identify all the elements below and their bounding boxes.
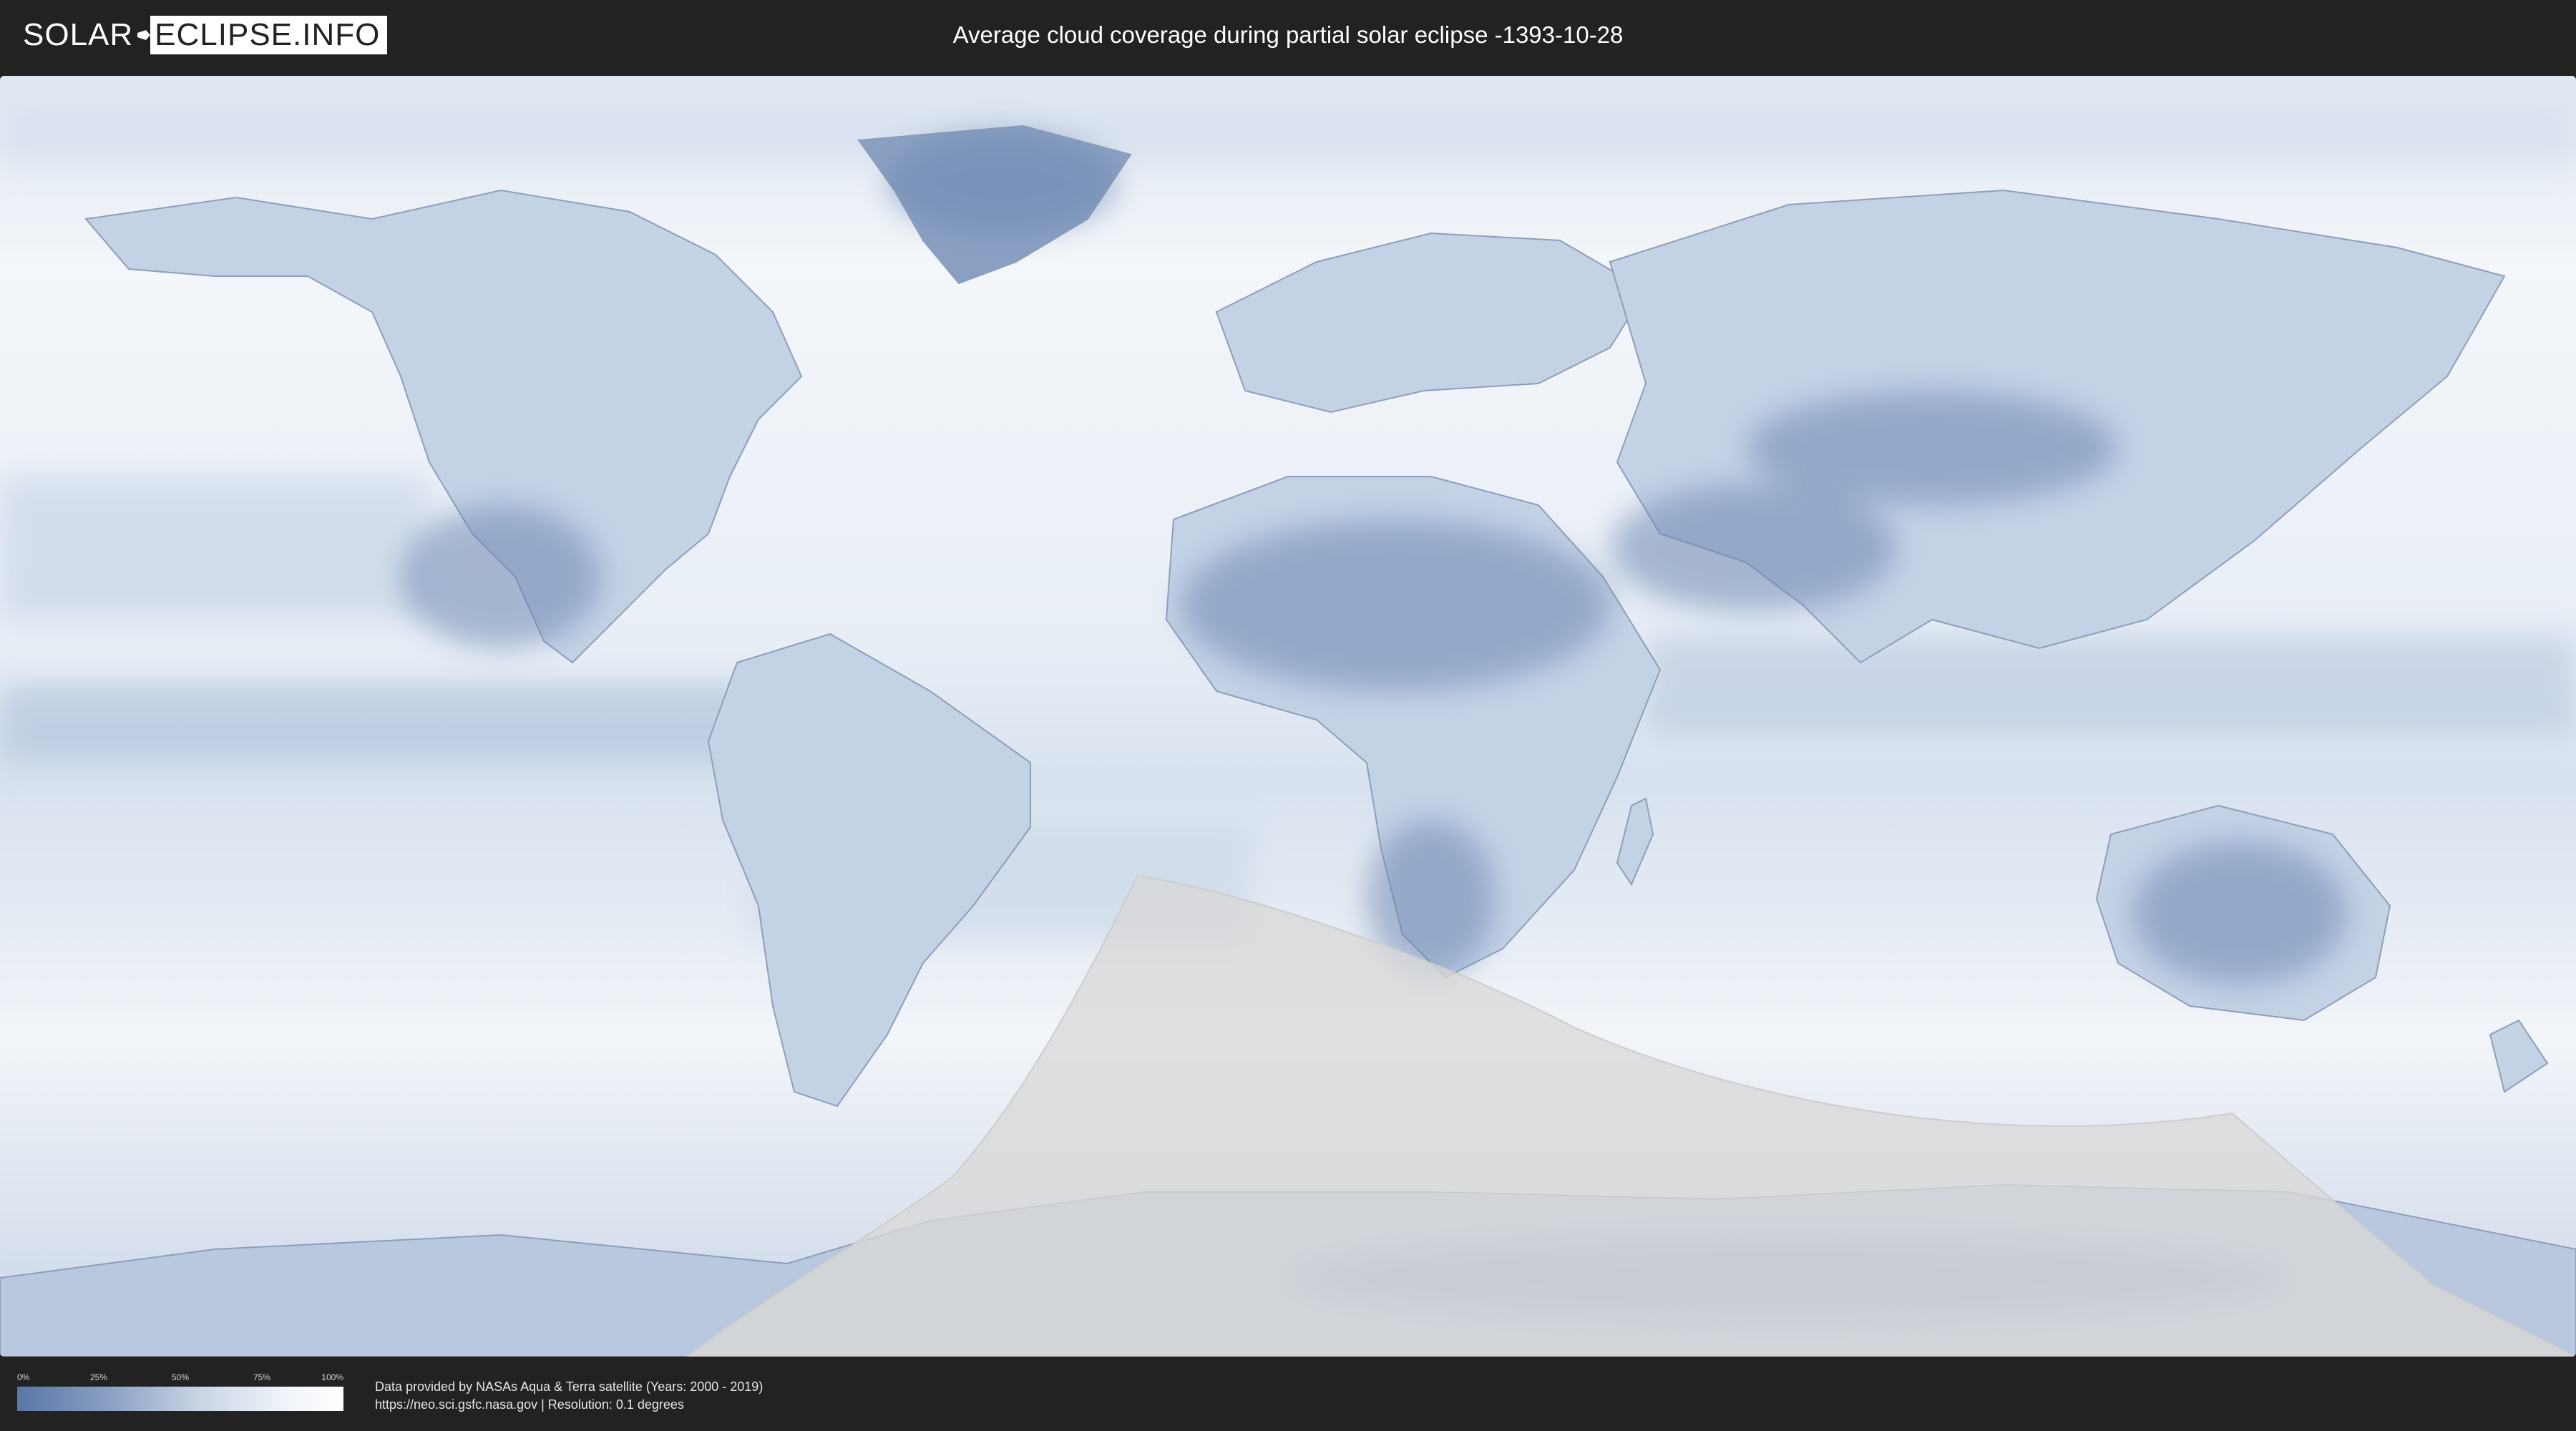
legend-tick-75: 75% xyxy=(253,1372,271,1382)
legend-tick-25: 25% xyxy=(89,1372,108,1382)
legend-tick-100: 100% xyxy=(321,1372,343,1382)
data-source-line: Data provided by NASAs Aqua & Terra sate… xyxy=(375,1379,763,1394)
world-map-svg xyxy=(0,76,2576,1357)
footer-bar: 0% 25% 50% 75% 100% Data provided by NAS… xyxy=(0,1357,2576,1431)
data-source-url-line[interactable]: https://neo.sci.gsfc.nasa.gov | Resoluti… xyxy=(375,1396,763,1414)
header-bar: SOLAR ECLIPSE.INFO Average cloud coverag… xyxy=(0,0,2576,72)
page-title: Average cloud coverage during partial so… xyxy=(952,21,1624,48)
cloud-coverage-map[interactable] xyxy=(0,76,2576,1357)
legend-ticks: 0% 25% 50% 75% 100% xyxy=(17,1372,343,1387)
legend-gradient-bar xyxy=(17,1387,343,1411)
cloud-coverage-legend: 0% 25% 50% 75% 100% xyxy=(17,1372,343,1411)
legend-tick-0: 0% xyxy=(17,1372,30,1382)
legend-tick-50: 50% xyxy=(171,1372,190,1382)
data-source-text: Data provided by NASAs Aqua & Terra sate… xyxy=(375,1378,763,1414)
